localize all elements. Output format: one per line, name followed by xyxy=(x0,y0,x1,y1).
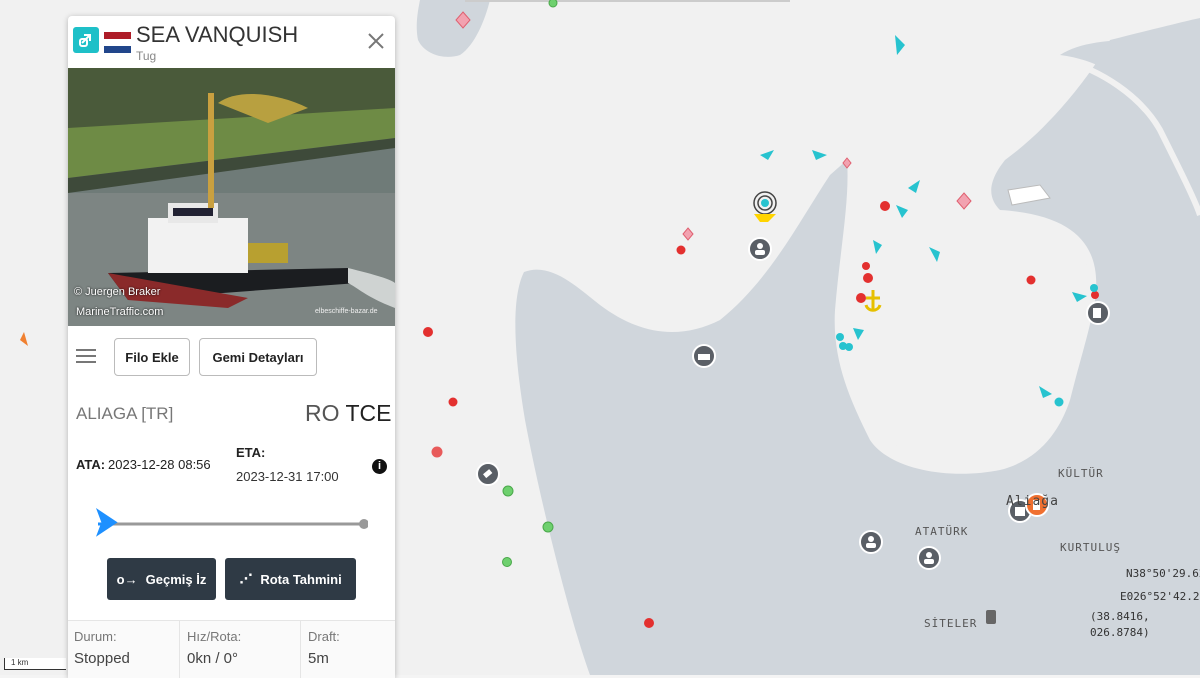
vessel-marker-cargo xyxy=(644,618,654,628)
map-label-aliaga: Aliağa xyxy=(1006,494,1059,509)
vessel-name: SEA VANQUISH xyxy=(136,22,299,47)
vessel-marker-cargo xyxy=(1091,291,1099,299)
panel-header: SEA VANQUISH Tug xyxy=(68,16,395,68)
info-icon[interactable]: i xyxy=(372,459,387,474)
photo-credit: © Juergen Braker xyxy=(74,286,161,298)
close-icon[interactable] xyxy=(365,30,387,52)
vessel-marker-cargo xyxy=(676,245,686,255)
vessel-marker-moored xyxy=(1054,397,1064,407)
vessel-marker-cargo xyxy=(862,262,870,270)
vessel-type: Tug xyxy=(136,49,157,63)
past-track-button[interactable]: o→ Geçmiş İz xyxy=(107,558,216,600)
ata-label: ATA: xyxy=(76,457,106,472)
route-forecast-label: Rota Tahmini xyxy=(260,571,342,587)
draft-stat: Draft: 5m xyxy=(302,621,395,678)
coordinates-decimal: (38.8416, 026.8784) xyxy=(1090,610,1150,639)
coordinates-dms-e: E026°52'42.22 xyxy=(1120,590,1200,603)
link-icon[interactable] xyxy=(73,27,99,53)
vessel-position-arrow xyxy=(95,508,118,537)
vessel-marker-cargo xyxy=(1026,275,1036,285)
eta-value: 2023-12-31 17:00 xyxy=(236,469,339,484)
destination-port: TCE xyxy=(345,400,392,426)
draft-value: 5m xyxy=(308,650,329,667)
vessel-marker-pleasure xyxy=(548,0,558,8)
eta-label: ETA: xyxy=(236,445,266,460)
vessel-marker-cargo xyxy=(431,446,443,458)
coordinates-dms-n: N38°50'29.62 xyxy=(1126,567,1200,580)
destination: RO TCE xyxy=(305,400,391,427)
station-icon xyxy=(986,610,996,624)
map-label-siteler: SİTELER xyxy=(924,617,978,630)
vessel-photo[interactable]: © Juergen Braker MarineTraffic.com elbes… xyxy=(68,68,395,326)
vessel-marker-cargo xyxy=(863,273,873,283)
speed-value: 0kn / 0° xyxy=(187,650,239,667)
voyage-progress-bar xyxy=(95,508,368,537)
draft-label: Draft: xyxy=(308,629,340,644)
vessel-marker-pleasure xyxy=(502,485,514,497)
flag-icon xyxy=(104,32,131,53)
vessel-marker-cargo xyxy=(880,201,890,211)
photo-watermark: elbeschiffe-bazar.de xyxy=(315,308,378,315)
destination-country: RO xyxy=(305,400,340,426)
vessel-stats: Durum: Stopped Hız/Rota: 0kn / 0° Draft:… xyxy=(68,620,395,678)
vessel-marker-pleasure xyxy=(502,557,512,567)
fleet-add-button[interactable]: Filo Ekle xyxy=(114,338,190,376)
past-track-label: Geçmiş İz xyxy=(145,571,207,587)
vessel-marker-moored xyxy=(845,343,853,351)
vessel-info-panel: SEA VANQUISH Tug © Juergen Braker Marine… xyxy=(68,16,395,678)
current-port: ALIAGA [TR] xyxy=(76,404,174,423)
track-icon: o→ xyxy=(116,571,138,587)
map-label-kurtulus: KURTULUŞ xyxy=(1060,541,1121,554)
vessel-marker-cargo xyxy=(448,397,458,407)
map-scale-bar: 1 km xyxy=(4,658,66,670)
status-stat: Durum: Stopped xyxy=(68,621,180,678)
photo-site: MarineTraffic.com xyxy=(76,306,164,318)
vessel-marker-cargo xyxy=(856,293,866,303)
speed-label: Hız/Rota: xyxy=(187,629,242,644)
vessel-marker-moored xyxy=(1090,284,1098,292)
menu-icon[interactable] xyxy=(76,349,96,365)
ata-value: 2023-12-28 08:56 xyxy=(108,457,211,472)
map-label-ataturk: ATATÜRK xyxy=(915,525,969,538)
vessel-marker-moored xyxy=(836,333,844,341)
status-value: Stopped xyxy=(74,650,130,667)
speed-stat: Hız/Rota: 0kn / 0° xyxy=(181,621,301,678)
route-icon: ⋰ xyxy=(239,571,253,586)
vessel-marker-cargo xyxy=(423,327,433,337)
ship-details-button[interactable]: Gemi Detayları xyxy=(199,338,317,376)
vessel-marker-pleasure xyxy=(542,521,554,533)
route-forecast-button[interactable]: ⋰ Rota Tahmini xyxy=(225,558,356,600)
status-label: Durum: xyxy=(74,629,117,644)
map-label-kultur: KÜLTÜR xyxy=(1058,467,1104,480)
